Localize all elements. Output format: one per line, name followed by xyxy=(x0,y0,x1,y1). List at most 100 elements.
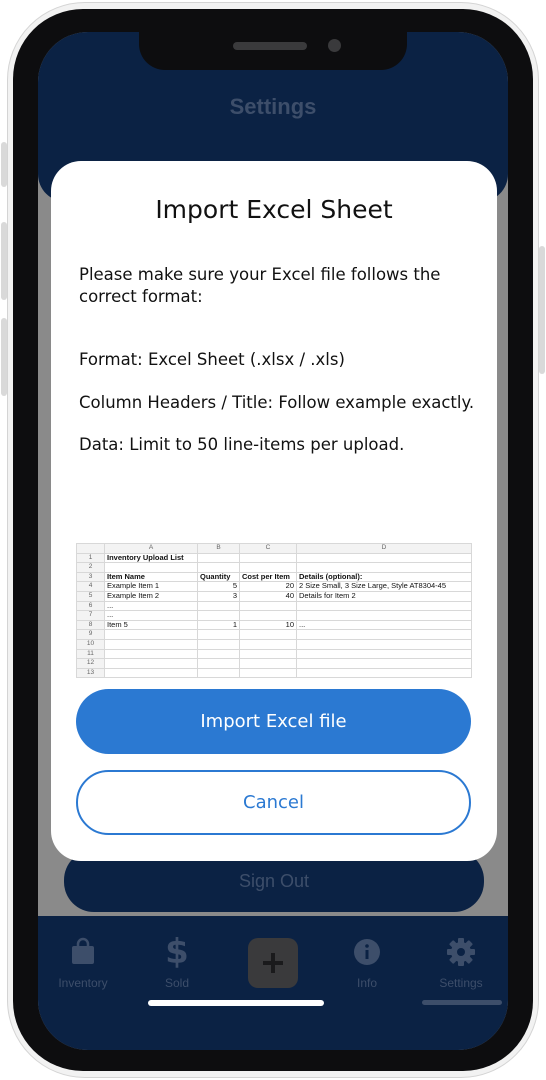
table-cell: 2 Size Small, 3 Size Large, Style AT8304… xyxy=(296,581,472,592)
column-header: C xyxy=(239,543,297,554)
table-cell: 10 xyxy=(239,619,297,631)
row-number: 3 xyxy=(76,571,105,583)
row-number: 9 xyxy=(76,629,105,640)
power-button xyxy=(539,246,545,374)
table-cell: 40 xyxy=(239,590,297,602)
table-cell xyxy=(197,552,240,564)
row-number: 5 xyxy=(76,590,105,602)
tab-inventory-label: Inventory xyxy=(58,976,108,990)
modal-title: Import Excel Sheet xyxy=(155,195,393,224)
table-cell: Details for Item 2 xyxy=(296,590,472,602)
table-cell xyxy=(239,552,297,564)
example-spreadsheet: A B C D 1 Inventory Upload List 2 3 Item… xyxy=(76,543,472,689)
table-row: 12 xyxy=(76,658,472,669)
table-cell xyxy=(104,667,198,679)
table-cell xyxy=(104,658,198,669)
tab-sold[interactable]: $ Sold xyxy=(132,932,222,990)
table-cell xyxy=(239,610,297,621)
format-text: Format: Excel Sheet (.xlsx / .xls) xyxy=(79,350,345,369)
dollar-icon: $ xyxy=(165,932,189,972)
table-row: 13 xyxy=(76,667,472,679)
table-cell xyxy=(296,667,472,679)
speaker-grille xyxy=(233,42,307,50)
table-cell xyxy=(197,667,240,679)
table-cell xyxy=(296,552,472,564)
table-cell: Quantity xyxy=(197,571,240,583)
column-header: B xyxy=(197,543,240,554)
add-item-button[interactable] xyxy=(248,938,298,988)
table-row: 4 Example Item 1 5 20 2 Size Small, 3 Si… xyxy=(76,581,472,592)
tab-inventory[interactable]: Inventory xyxy=(38,934,128,990)
spreadsheet-table: A B C D 1 Inventory Upload List 2 3 Item… xyxy=(76,543,472,679)
row-number: 13 xyxy=(76,667,105,679)
row-number: 7 xyxy=(76,610,105,621)
table-row: 6 ... xyxy=(76,600,472,612)
table-cell: 1 xyxy=(197,619,240,631)
table-cell xyxy=(296,658,472,669)
table-cell xyxy=(296,638,472,650)
table-row: 2 xyxy=(76,562,472,573)
table-cell xyxy=(239,638,297,650)
table-cell xyxy=(296,600,472,612)
import-excel-button[interactable]: Import Excel file xyxy=(76,689,471,754)
import-excel-modal: Import Excel Sheet Please make sure your… xyxy=(51,161,497,861)
table-cell xyxy=(197,600,240,612)
row-number: 10 xyxy=(76,638,105,650)
notch xyxy=(139,30,407,70)
table-cell: Example Item 1 xyxy=(104,581,198,592)
table-cell: Item Name xyxy=(104,571,198,583)
cancel-button[interactable]: Cancel xyxy=(76,770,471,835)
home-indicator[interactable] xyxy=(148,1000,324,1006)
column-header: D xyxy=(296,543,472,554)
table-cell: ... xyxy=(296,619,472,631)
table-cell xyxy=(239,648,297,660)
column-header: A xyxy=(104,543,198,554)
table-cell xyxy=(197,629,240,640)
table-cell xyxy=(296,562,472,573)
shopping-bag-icon xyxy=(72,937,94,964)
row-number: 12 xyxy=(76,658,105,669)
table-cell xyxy=(197,610,240,621)
table-cell: 20 xyxy=(239,581,297,592)
table-cell xyxy=(239,667,297,679)
tab-info[interactable]: Info xyxy=(322,934,412,990)
table-cell: Cost per Item xyxy=(239,571,297,583)
table-row: 3 Item Name Quantity Cost per Item Detai… xyxy=(76,571,472,583)
table-row: 7 ... xyxy=(76,610,472,621)
table-row: 8 Item 5 1 10 ... xyxy=(76,619,472,631)
table-cell xyxy=(104,629,198,640)
row-number: 8 xyxy=(76,619,105,631)
table-cell: Details (optional): xyxy=(296,571,472,583)
table-cell xyxy=(197,648,240,660)
table-row: 5 Example Item 2 3 40 Details for Item 2 xyxy=(76,590,472,602)
table-cell xyxy=(239,629,297,640)
table-cell xyxy=(239,658,297,669)
row-number: 1 xyxy=(76,552,105,564)
table-cell: 3 xyxy=(197,590,240,602)
plus-icon xyxy=(263,953,283,973)
tab-settings[interactable]: Settings xyxy=(416,934,506,990)
table-cell xyxy=(197,638,240,650)
table-cell xyxy=(104,638,198,650)
tab-info-label: Info xyxy=(356,976,377,990)
table-row: 11 xyxy=(76,648,472,660)
table-cell xyxy=(197,658,240,669)
table-row: 1 Inventory Upload List xyxy=(76,552,472,564)
table-cell xyxy=(197,562,240,573)
info-icon xyxy=(354,939,380,965)
row-number: 6 xyxy=(76,600,105,612)
active-tab-indicator xyxy=(422,1000,502,1005)
table-cell xyxy=(296,610,472,621)
table-cell: 5 xyxy=(197,581,240,592)
gear-icon xyxy=(447,938,475,966)
table-cell xyxy=(104,648,198,660)
table-cell: ... xyxy=(104,600,198,612)
table-cell: Inventory Upload List xyxy=(104,552,198,564)
table-cell xyxy=(296,648,472,660)
table-cell xyxy=(239,600,297,612)
table-row: 10 xyxy=(76,638,472,650)
modal-intro-text: Please make sure your Excel file follows… xyxy=(79,265,441,306)
table-cell xyxy=(239,562,297,573)
table-cell xyxy=(104,562,198,573)
table-cell: ... xyxy=(104,610,198,621)
